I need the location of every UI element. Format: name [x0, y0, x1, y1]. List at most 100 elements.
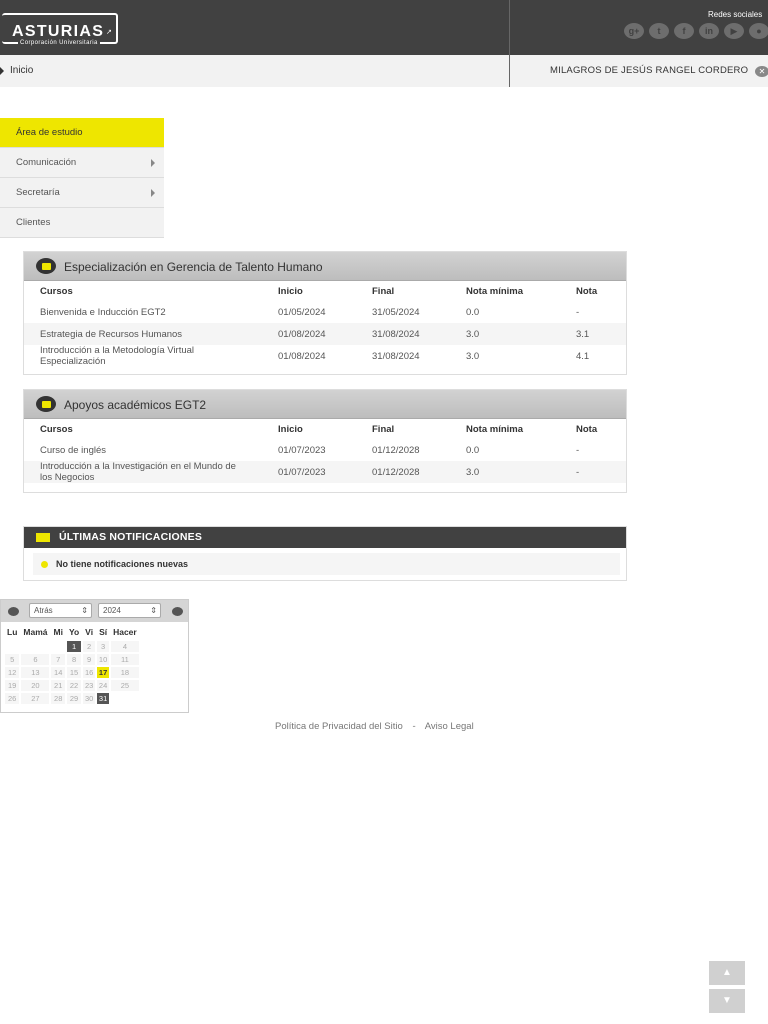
home-link[interactable]: Inicio [0, 65, 33, 76]
calendar-day[interactable]: 5 [5, 654, 20, 665]
course-grade: - [576, 306, 580, 318]
calendar-day[interactable]: 6 [21, 654, 50, 665]
calendar-day[interactable]: 22 [66, 680, 82, 691]
facebook-icon[interactable]: f [674, 23, 694, 39]
table-row[interactable]: Estrategia de Recursos Humanos 01/08/202… [24, 323, 626, 345]
calendar-empty-cell [5, 641, 19, 652]
message-icon [36, 396, 56, 412]
calendar-day[interactable]: 15 [66, 667, 82, 678]
course-name[interactable]: Introducción a la Metodología Virtual Es… [24, 345, 278, 367]
calendar-prev-icon[interactable] [8, 607, 19, 616]
chevron-right-icon [151, 159, 155, 167]
calendar-day[interactable]: 27 [21, 693, 50, 704]
calendar-year-select[interactable]: 2024 [98, 603, 161, 618]
google-plus-icon[interactable]: g+ [624, 23, 644, 39]
course-name-line: Introducción a la Metodología Virtual [40, 345, 195, 356]
social-label: Redes sociales [708, 10, 763, 19]
calendar-day[interactable]: 29 [66, 693, 82, 704]
calendar-day[interactable]: 7 [51, 654, 65, 665]
calendar-day[interactable]: 4 [111, 641, 139, 652]
calendar-widget: Atrás 2024 Lu Mamá Mi Yo Vi Sí Hacer 123… [0, 599, 189, 713]
logo-subtitle: Corporación Universitaria [18, 40, 100, 46]
sidebar-item-secretaria[interactable]: Secretaría [0, 178, 164, 208]
calendar-week: 12 13 14 15 16 17 18 [5, 667, 139, 678]
course-start: 01/05/2024 [278, 306, 326, 318]
table-row[interactable]: Curso de inglés 01/07/2023 01/12/2028 0.… [24, 439, 626, 461]
sidebar-item-label: Secretaría [16, 187, 60, 198]
user-name[interactable]: MILAGROS DE JESÚS RANGEL CORDERO [550, 65, 748, 76]
linkedin-icon[interactable]: in [699, 23, 719, 39]
calendar-day[interactable]: 9 [83, 654, 96, 665]
calendar-day[interactable]: 1 [66, 641, 82, 652]
column-header-min-grade: Nota mínima [466, 423, 524, 435]
calendar-day[interactable]: 2 [83, 641, 96, 652]
chat-icon[interactable]: ● [749, 23, 768, 39]
weekday-label: Lu [7, 627, 18, 637]
calendar-day[interactable]: 17 [97, 667, 110, 678]
course-name[interactable]: Introducción a la Investigación en el Mu… [24, 461, 278, 483]
column-header-courses: Cursos [40, 285, 73, 297]
column-header-grade: Nota [576, 423, 598, 435]
legal-link[interactable]: Aviso Legal [425, 721, 474, 732]
sidebar-item-comunicacion[interactable]: Comunicación [0, 148, 164, 178]
table-row[interactable]: Introducción a la Investigación en el Mu… [24, 461, 626, 483]
calendar-day[interactable]: 21 [51, 680, 65, 691]
course-grade: 4.1 [576, 350, 590, 362]
logo[interactable]: ASTURIAS Corporación Universitaria ↗ [2, 13, 118, 46]
calendar-day[interactable]: 23 [83, 680, 96, 691]
course-name-line: los Negocios [40, 472, 95, 483]
weekday-label: Mamá [23, 627, 48, 637]
calendar-day[interactable]: 28 [51, 693, 65, 704]
calendar-week: 19 20 21 22 23 24 25 [5, 680, 139, 691]
youtube-icon[interactable]: ▶ [724, 23, 744, 39]
calendar-day[interactable]: 14 [51, 667, 65, 678]
social-icons: g+ t f in ▶ ● [624, 23, 768, 39]
calendar-day[interactable]: 12 [5, 667, 20, 678]
footer-separator: - [412, 721, 416, 732]
program-title: Especialización en Gerencia de Talento H… [64, 260, 323, 274]
course-name[interactable]: Estrategia de Recursos Humanos [24, 323, 278, 345]
privacy-link[interactable]: Política de Privacidad del Sitio [275, 721, 403, 732]
calendar-days: 1 2 3 4 5 6 7 8 9 10 11 12 13 14 15 16 17 18 19 20 21 22 23 24 2… [5, 641, 139, 704]
calendar-day[interactable]: 26 [5, 693, 20, 704]
calendar-day[interactable]: 19 [5, 680, 20, 691]
course-name[interactable]: Curso de inglés [24, 439, 278, 461]
calendar-day[interactable]: 30 [83, 693, 96, 704]
scroll-down-button[interactable]: ▼ [709, 989, 745, 1013]
twitter-icon[interactable]: t [649, 23, 669, 39]
logout-icon[interactable]: ✕ [755, 66, 768, 77]
calendar-day[interactable]: 8 [66, 654, 82, 665]
course-grade: 3.1 [576, 323, 626, 345]
chevron-right-icon [151, 189, 155, 197]
weekday-label: Vi [85, 627, 94, 637]
calendar-day[interactable]: 3 [97, 641, 110, 652]
notification-empty-text: No tiene notificaciones nuevas [56, 559, 189, 569]
calendar-next-icon[interactable] [172, 607, 183, 616]
course-min-grade: 3.0 [466, 323, 576, 345]
calendar-day[interactable]: 16 [83, 667, 96, 678]
calendar-month-select[interactable]: Atrás [29, 603, 92, 618]
notifications-header: ÚLTIMAS NOTIFICACIONES [24, 527, 626, 548]
table-row[interactable]: Introducción a la Metodología Virtual Es… [24, 345, 626, 367]
sidebar-item-clientes[interactable]: Clientes [0, 208, 164, 238]
calendar-day[interactable]: 11 [111, 654, 139, 665]
calendar-day[interactable]: 25 [111, 680, 139, 691]
calendar-day[interactable]: 18 [111, 667, 139, 678]
calendar-day[interactable]: 10 [97, 654, 110, 665]
course-min-grade: 0.0 [466, 444, 480, 456]
table-row[interactable]: Bienvenida e Inducción EGT2 01/05/2024 3… [24, 301, 626, 323]
calendar-day[interactable]: 13 [21, 667, 50, 678]
sidebar-item-area-estudio[interactable]: Área de estudio [0, 118, 164, 148]
program-header[interactable]: Especialización en Gerencia de Talento H… [24, 252, 626, 281]
weekday-label: Mi [53, 627, 63, 637]
logo-mark-icon: ↗ [106, 29, 112, 36]
calendar-day[interactable]: 31 [97, 693, 110, 704]
calendar-empty-cell [111, 693, 139, 704]
calendar-day[interactable]: 20 [21, 680, 50, 691]
program-header[interactable]: Apoyos académicos EGT2 [24, 390, 626, 419]
scroll-up-button[interactable]: ▲ [709, 961, 745, 985]
course-min-grade: 0.0 [466, 306, 480, 318]
course-name[interactable]: Bienvenida e Inducción EGT2 [24, 301, 278, 323]
calendar-day[interactable]: 24 [97, 680, 110, 691]
program-panel: Apoyos académicos EGT2 Cursos Inicio Fin… [23, 389, 627, 493]
